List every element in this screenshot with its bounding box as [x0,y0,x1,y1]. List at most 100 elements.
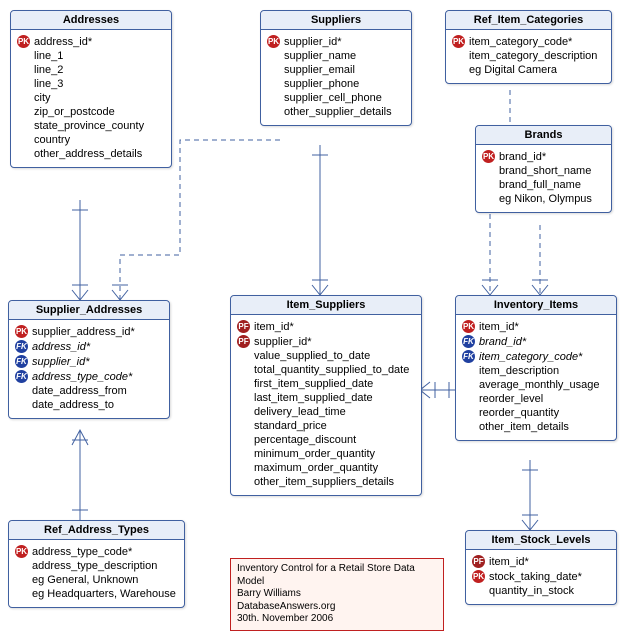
field-label: brand_full_name [499,179,581,191]
pk-icon: PK [452,35,465,48]
field-label: eg Headquarters, Warehouse [32,588,176,600]
field-label: item_category_code* [479,351,582,363]
field-label: maximum_order_quantity [254,462,378,474]
pk-icon: PK [462,320,475,333]
field-label: supplier_email [284,64,355,76]
pf-icon: PF [472,555,485,568]
field-label: supplier_id* [284,36,341,48]
entity-body: PK supplier_address_id* FK address_id* FK s… [9,320,169,418]
entity-title: Suppliers [261,11,411,30]
field-label: last_item_supplied_date [254,392,373,404]
field-label: state_province_county [34,120,144,132]
entity-item-suppliers[interactable]: Item_Suppliers PFitem_id* PFsupplier_id*… [230,295,422,496]
field-label: line_2 [34,64,63,76]
entity-suppliers[interactable]: Suppliers PK supplier_id* supplier_name s… [260,10,412,126]
field-label: other_address_details [34,148,142,160]
fk-icon: FK [15,355,28,368]
field-label: eg Nikon, Olympus [499,193,592,205]
field-label: percentage_discount [254,434,356,446]
entity-ref-item-categories[interactable]: Ref_Item_Categories PK item_category_code… [445,10,612,84]
field-label: item_description [479,365,559,377]
entity-body: PK brand_id* brand_short_name brand_full_… [476,145,611,212]
field-label: supplier_cell_phone [284,92,382,104]
entity-brands[interactable]: Brands PK brand_id* brand_short_name bran… [475,125,612,213]
entity-inventory-items[interactable]: Inventory_Items PKitem_id* FKbrand_id* F… [455,295,617,441]
entity-body: PK supplier_id* supplier_name supplier_em… [261,30,411,125]
entity-body: PK item_category_code* item_category_desc… [446,30,611,83]
info-line: Barry Williams [237,588,437,601]
entity-ref-address-types[interactable]: Ref_Address_Types PK address_type_code* a… [8,520,185,608]
info-line: DatabaseAnswers.org [237,601,437,614]
diagram-info-box: Inventory Control for a Retail Store Dat… [230,558,444,631]
field-label: line_3 [34,78,63,90]
field-label: brand_id* [479,336,526,348]
field-label: address_type_code* [32,371,132,383]
field-label: reorder_quantity [479,407,559,419]
field-label: reorder_level [479,393,543,405]
info-line: 30th. November 2006 [237,613,437,626]
field-label: value_supplied_to_date [254,350,370,362]
field-label: other_supplier_details [284,106,392,118]
field-label: zip_or_postcode [34,106,115,118]
field-label: quantity_in_stock [489,585,574,597]
fk-icon: FK [15,340,28,353]
entity-title: Item_Stock_Levels [466,531,616,550]
pk-icon: PK [15,325,28,338]
pk-icon: PK [482,150,495,163]
field-label: other_item_suppliers_details [254,476,394,488]
pk-icon: PK [15,545,28,558]
field-label: city [34,92,51,104]
entity-item-stock-levels[interactable]: Item_Stock_Levels PF item_id* PK stock_tak… [465,530,617,605]
pk-icon: PK [472,570,485,583]
entity-title: Inventory_Items [456,296,616,315]
field-label: total_quantity_supplied_to_date [254,364,409,376]
field-label: brand_short_name [499,165,591,177]
pf-icon: PF [237,335,250,348]
field-label: stock_taking_date* [489,571,582,583]
field-label: first_item_supplied_date [254,378,373,390]
field-label: address_id* [32,341,90,353]
field-label: minimum_order_quantity [254,448,375,460]
entity-addresses[interactable]: Addresses PKaddress_id* line_1 line_2 li… [10,10,172,168]
field-label: address_type_code* [32,546,132,558]
field-label: supplier_name [284,50,356,62]
info-line: Model [237,576,437,589]
field-label: item_category_description [469,50,597,62]
entity-title: Brands [476,126,611,145]
field-label: item_category_code* [469,36,572,48]
entity-body: PKitem_id* FKbrand_id* FKitem_category_c… [456,315,616,440]
field-label: country [34,134,70,146]
field-label: average_monthly_usage [479,379,599,391]
field-label: item_id* [489,556,529,568]
field-label: supplier_id* [254,336,311,348]
field-label: supplier_id* [32,356,89,368]
field-label: date_address_to [32,399,114,411]
entity-title: Supplier_Addresses [9,301,169,320]
fk-icon: FK [462,350,475,363]
entity-supplier-addresses[interactable]: Supplier_Addresses PK supplier_address_id… [8,300,170,419]
field-label: eg Digital Camera [469,64,557,76]
field-label: supplier_address_id* [32,326,135,338]
field-label: item_id* [254,321,294,333]
fk-icon: FK [15,370,28,383]
pk-icon: PK [267,35,280,48]
field-label: address_type_description [32,560,157,572]
entity-title: Item_Suppliers [231,296,421,315]
field-label: delivery_lead_time [254,406,346,418]
field-label: address_id* [34,36,92,48]
entity-title: Ref_Address_Types [9,521,184,540]
entity-body: PFitem_id* PFsupplier_id* value_supplied… [231,315,421,495]
field-label: date_address_from [32,385,127,397]
entity-body: PKaddress_id* line_1 line_2 line_3 city … [11,30,171,167]
field-label: supplier_phone [284,78,359,90]
field-label: brand_id* [499,151,546,163]
entity-title: Ref_Item_Categories [446,11,611,30]
info-line: Inventory Control for a Retail Store Dat… [237,563,437,576]
entity-body: PK address_type_code* address_type_descri… [9,540,184,607]
field-label: standard_price [254,420,327,432]
field-label: other_item_details [479,421,569,433]
field-label: line_1 [34,50,63,62]
pk-icon: PK [17,35,30,48]
field-label: item_id* [479,321,519,333]
entity-body: PF item_id* PK stock_taking_date* quantity… [466,550,616,604]
